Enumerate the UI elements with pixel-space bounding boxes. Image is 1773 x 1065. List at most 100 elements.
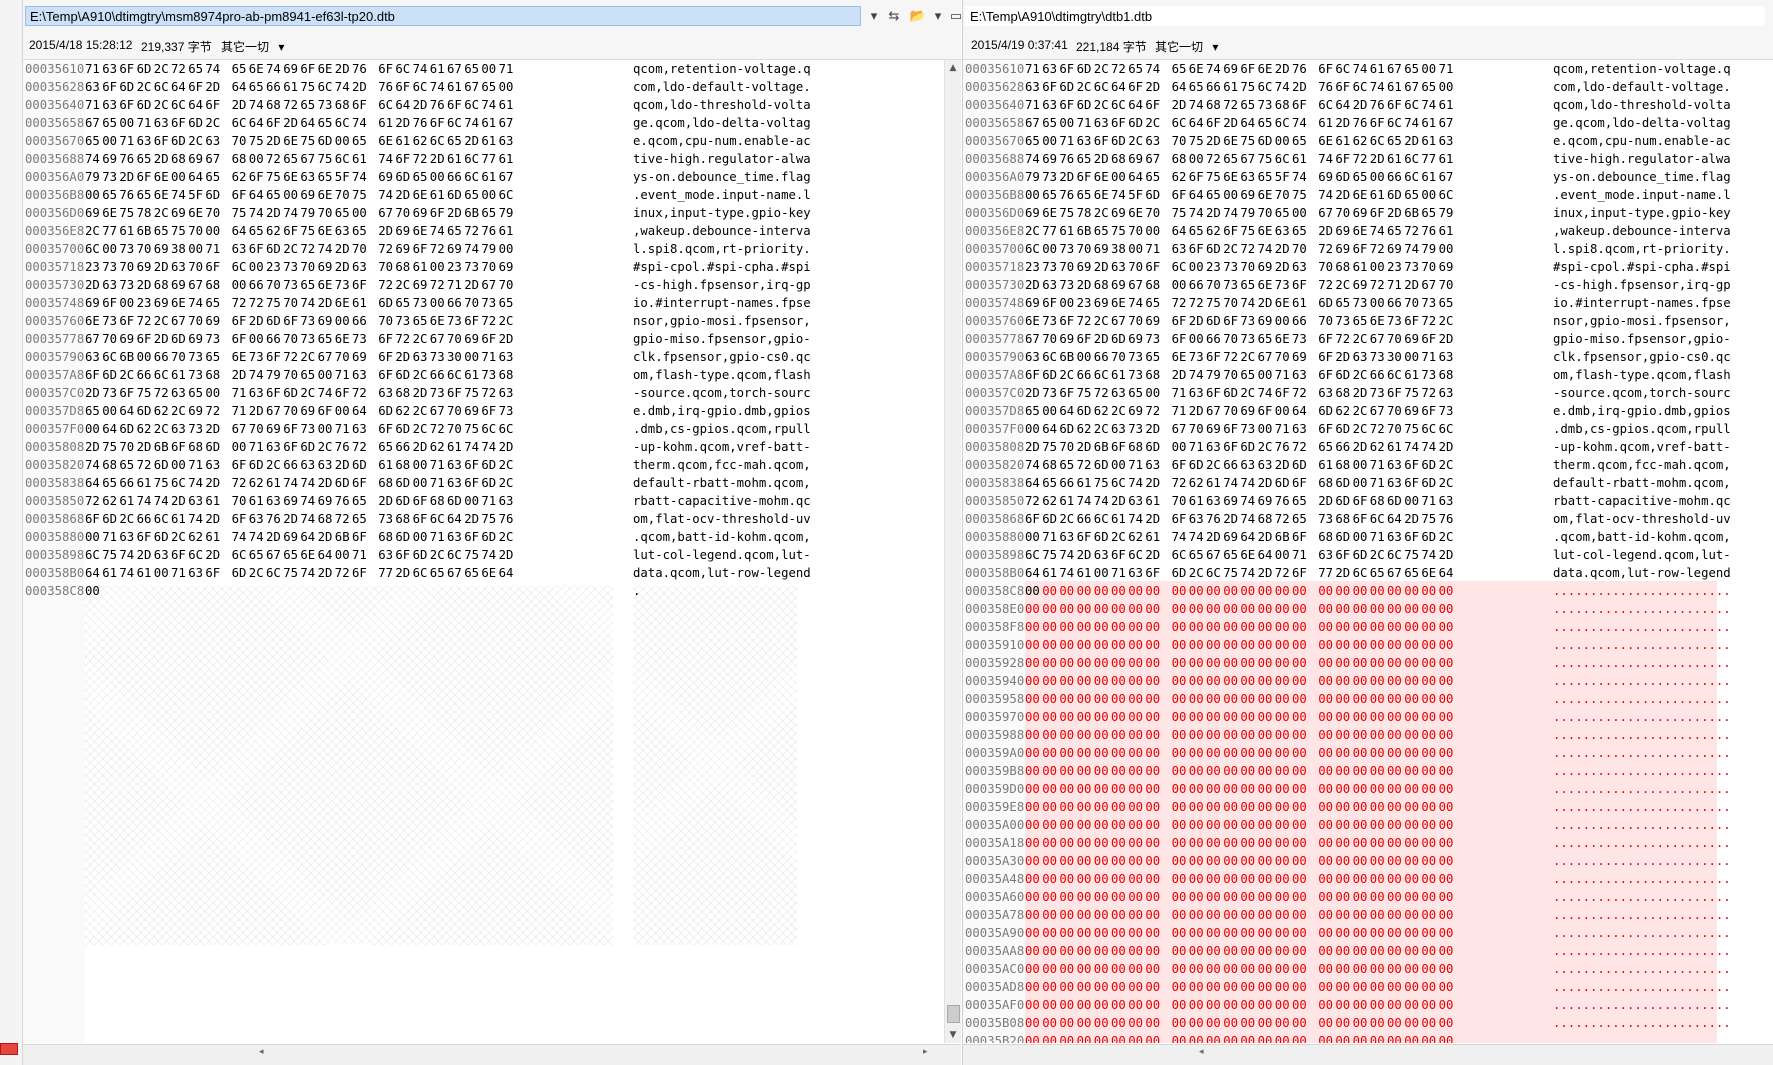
hex-row[interactable]: 00035838 64 65 66 61 75 6C 74 2D 72 62 61 74 74 2D 6D 6F… xyxy=(23,474,961,492)
hex-row[interactable]: 00035718 23 73 70 69 2D 63 70 6F 6C 00 23 73 70 69 2D 63… xyxy=(963,258,1773,276)
hex-row[interactable]: 00035628 63 6F 6D 2C 6C 64 6F 2D 64 65 66 61 75 6C 74 2D… xyxy=(23,78,961,96)
hex-row[interactable]: 000356D0 69 6E 75 78 2C 69 6E 70 75 74 2D 74 79 70 65 00… xyxy=(963,204,1773,222)
hex-row[interactable]: 000357A8 6F 6D 2C 66 6C 61 73 68 2D 74 79 70 65 00 71 63… xyxy=(23,366,961,384)
dropdown-arrow-icon[interactable]: ▾ xyxy=(929,8,947,26)
hex-row-diff[interactable]: 00035AA8 00 00 00 00 00 00 00 00 00 00 00 00 00 00 00 00… xyxy=(963,942,1773,960)
hex-row[interactable]: 00035880 00 71 63 6F 6D 2C 62 61 74 74 2D 69 64 2D 6B 6F… xyxy=(23,528,961,546)
scroll-left-arrow-icon[interactable]: ◂ xyxy=(1199,1047,1204,1057)
hex-row-diff[interactable]: 00035AD8 00 00 00 00 00 00 00 00 00 00 00 00 00 00 00 00… xyxy=(963,978,1773,996)
hex-row[interactable]: 000357A8 6F 6D 2C 66 6C 61 73 68 2D 74 79 70 65 00 71 63… xyxy=(963,366,1773,384)
right-hex-view[interactable]: 00035610 71 63 6F 6D 2C 72 65 74 65 6E 74 69 6F 6E 2D 76… xyxy=(963,60,1773,1043)
scroll-down-arrow-icon[interactable]: ▼ xyxy=(945,1027,961,1043)
hex-row[interactable]: 000356B8 00 65 76 65 6E 74 5F 6D 6F 64 65 00 69 6E 70 75… xyxy=(23,186,961,204)
hex-row[interactable]: 000357C0 2D 73 6F 75 72 63 65 00 71 63 6F 6D 2C 74 6F 72… xyxy=(963,384,1773,402)
hex-row-diff[interactable]: 000359B8 00 00 00 00 00 00 00 00 00 00 00 00 00 00 00 00… xyxy=(963,762,1773,780)
hex-row[interactable]: 000357C0 2D 73 6F 75 72 63 65 00 71 63 6F 6D 2C 74 6F 72… xyxy=(23,384,961,402)
scroll-thumb[interactable] xyxy=(947,1005,960,1023)
left-horizontal-scrollbar[interactable]: ◂ ▸ xyxy=(23,1044,961,1065)
diff-location-marker[interactable] xyxy=(0,1043,18,1055)
hex-row-diff[interactable]: 00035970 00 00 00 00 00 00 00 00 00 00 00 00 00 00 00 00… xyxy=(963,708,1773,726)
hex-row[interactable]: 00035730 2D 63 73 2D 68 69 67 68 00 66 70 73 65 6E 73 6F… xyxy=(963,276,1773,294)
hex-row[interactable]: 000356E8 2C 77 61 6B 65 75 70 00 64 65 62 6F 75 6E 63 65… xyxy=(23,222,961,240)
hex-row[interactable]: 00035748 69 6F 00 23 69 6E 74 65 72 72 75 70 74 2D 6E 61… xyxy=(23,294,961,312)
hex-row[interactable]: 00035760 6E 73 6F 72 2C 67 70 69 6F 2D 6D 6F 73 69 00 66… xyxy=(963,312,1773,330)
hex-row-diff[interactable]: 00035910 00 00 00 00 00 00 00 00 00 00 00 00 00 00 00 00… xyxy=(963,636,1773,654)
hex-row[interactable]: 00035640 71 63 6F 6D 2C 6C 64 6F 2D 74 68 72 65 73 68 6F… xyxy=(963,96,1773,114)
hex-row[interactable]: 00035898 6C 75 74 2D 63 6F 6C 2D 6C 65 67 65 6E 64 00 71… xyxy=(23,546,961,564)
hex-row-diff[interactable]: 00035A78 00 00 00 00 00 00 00 00 00 00 00 00 00 00 00 00… xyxy=(963,906,1773,924)
hex-row-diff[interactable]: 000358F8 00 00 00 00 00 00 00 00 00 00 00 00 00 00 00 00… xyxy=(963,618,1773,636)
hex-row[interactable]: 00035658 67 65 00 71 63 6F 6D 2C 6C 64 6F 2D 64 65 6C 74… xyxy=(963,114,1773,132)
hex-row[interactable]: 00035850 72 62 61 74 74 2D 63 61 70 61 63 69 74 69 76 65… xyxy=(23,492,961,510)
hex-row[interactable]: 00035820 74 68 65 72 6D 00 71 63 6F 6D 2C 66 63 63 2D 6D… xyxy=(23,456,961,474)
hex-row-diff[interactable]: 00035A48 00 00 00 00 00 00 00 00 00 00 00 00 00 00 00 00… xyxy=(963,870,1773,888)
hex-row[interactable]: 00035868 6F 6D 2C 66 6C 61 74 2D 6F 63 76 2D 74 68 72 65… xyxy=(23,510,961,528)
hex-row-diff[interactable]: 00035958 00 00 00 00 00 00 00 00 00 00 00 00 00 00 00 00… xyxy=(963,690,1773,708)
hex-row[interactable]: 000357D8 65 00 64 6D 62 2C 69 72 71 2D 67 70 69 6F 00 64… xyxy=(23,402,961,420)
hex-row[interactable]: 000356A0 79 73 2D 6F 6E 00 64 65 62 6F 75 6E 63 65 5F 74… xyxy=(23,168,961,186)
hex-row-diff[interactable]: 00035AC0 00 00 00 00 00 00 00 00 00 00 00 00 00 00 00 00… xyxy=(963,960,1773,978)
hex-row[interactable]: 000356E8 2C 77 61 6B 65 75 70 00 64 65 62 6F 75 6E 63 65… xyxy=(963,222,1773,240)
hex-row[interactable]: 00035748 69 6F 00 23 69 6E 74 65 72 72 75 70 74 2D 6E 61… xyxy=(963,294,1773,312)
hex-row[interactable]: 00035838 64 65 66 61 75 6C 74 2D 72 62 61 74 74 2D 6D 6F… xyxy=(963,474,1773,492)
hex-row[interactable]: 00035850 72 62 61 74 74 2D 63 61 70 61 63 69 74 69 76 65… xyxy=(963,492,1773,510)
hex-row-diff[interactable]: 000359A0 00 00 00 00 00 00 00 00 00 00 00 00 00 00 00 00… xyxy=(963,744,1773,762)
hex-row-diff[interactable]: 00035A90 00 00 00 00 00 00 00 00 00 00 00 00 00 00 00 00… xyxy=(963,924,1773,942)
hex-row[interactable]: 00035610 71 63 6F 6D 2C 72 65 74 65 6E 74 69 6F 6E 2D 76… xyxy=(963,60,1773,78)
hex-row[interactable]: 00035628 63 6F 6D 2C 6C 64 6F 2D 64 65 66 61 75 6C 74 2D… xyxy=(963,78,1773,96)
hex-row[interactable]: 00035670 65 00 71 63 6F 6D 2C 63 70 75 2D 6E 75 6D 00 65… xyxy=(963,132,1773,150)
hex-row-diff[interactable]: 000359D0 00 00 00 00 00 00 00 00 00 00 00 00 00 00 00 00… xyxy=(963,780,1773,798)
hex-row[interactable]: 00035688 74 69 76 65 2D 68 69 67 68 00 72 65 67 75 6C 61… xyxy=(963,150,1773,168)
hex-row[interactable]: 00035820 74 68 65 72 6D 00 71 63 6F 6D 2C 66 63 63 2D 6D… xyxy=(963,456,1773,474)
hex-row[interactable]: 000358B0 64 61 74 61 00 71 63 6F 6D 2C 6C 75 74 2D 72 6F… xyxy=(963,564,1773,582)
hex-row[interactable]: 00035718 23 73 70 69 2D 63 70 6F 6C 00 23 73 70 69 2D 63… xyxy=(23,258,961,276)
hex-row[interactable]: 00035868 6F 6D 2C 66 6C 61 74 2D 6F 63 76 2D 74 68 72 65… xyxy=(963,510,1773,528)
scroll-left-arrow-icon[interactable]: ◂ xyxy=(259,1047,264,1057)
hex-row-diff[interactable]: 00035A30 00 00 00 00 00 00 00 00 00 00 00 00 00 00 00 00… xyxy=(963,852,1773,870)
hex-row-diff[interactable]: 00035A18 00 00 00 00 00 00 00 00 00 00 00 00 00 00 00 00… xyxy=(963,834,1773,852)
hex-row-diff[interactable]: 000359E8 00 00 00 00 00 00 00 00 00 00 00 00 00 00 00 00… xyxy=(963,798,1773,816)
right-horizontal-scrollbar[interactable]: ◂ xyxy=(963,1044,1773,1065)
hex-row[interactable]: 00035670 65 00 71 63 6F 6D 2C 63 70 75 2D 6E 75 6D 00 65… xyxy=(23,132,961,150)
hex-row[interactable]: 000357F0 00 64 6D 62 2C 63 73 2D 67 70 69 6F 73 00 71 63… xyxy=(963,420,1773,438)
hex-row[interactable]: 00035898 6C 75 74 2D 63 6F 6C 2D 6C 65 67 65 6E 64 00 71… xyxy=(963,546,1773,564)
hex-row[interactable]: 00035700 6C 00 73 70 69 38 00 71 63 6F 6D 2C 72 74 2D 70… xyxy=(23,240,961,258)
hex-row[interactable]: 00035790 63 6C 6B 00 66 70 73 65 6E 73 6F 72 2C 67 70 69… xyxy=(963,348,1773,366)
hex-row[interactable]: 000356D0 69 6E 75 78 2C 69 6E 70 75 74 2D 74 79 70 65 00… xyxy=(23,204,961,222)
left-vertical-scrollbar[interactable]: ▲ ▼ xyxy=(944,60,961,1043)
hex-row[interactable]: 00035790 63 6C 6B 00 66 70 73 65 6E 73 6F 72 2C 67 70 69… xyxy=(23,348,961,366)
hex-row[interactable]: 00035658 67 65 00 71 63 6F 6D 2C 6C 64 6F 2D 64 65 6C 74… xyxy=(23,114,961,132)
hex-row-diff[interactable]: 00035988 00 00 00 00 00 00 00 00 00 00 00 00 00 00 00 00… xyxy=(963,726,1773,744)
hex-row[interactable]: 00035778 67 70 69 6F 2D 6D 69 73 6F 00 66 70 73 65 6E 73… xyxy=(963,330,1773,348)
dropdown-arrow-icon[interactable]: ▾ xyxy=(865,8,883,26)
hex-row-diff[interactable]: 000358E0 00 00 00 00 00 00 00 00 00 00 00 00 00 00 00 00… xyxy=(963,600,1773,618)
hex-row-diff[interactable]: 00035B20 00 00 00 00 00 00 00 00 00 00 00 00 00 00 00 00… xyxy=(963,1032,1773,1043)
hex-row[interactable]: 000357D8 65 00 64 6D 62 2C 69 72 71 2D 67 70 69 6F 00 64… xyxy=(963,402,1773,420)
hex-row[interactable]: 000356A0 79 73 2D 6F 6E 00 64 65 62 6F 75 6E 63 65 5F 74… xyxy=(963,168,1773,186)
hex-row[interactable]: 00035880 00 71 63 6F 6D 2C 62 61 74 74 2D 69 64 2D 6B 6F… xyxy=(963,528,1773,546)
hex-row-diff[interactable]: 00035940 00 00 00 00 00 00 00 00 00 00 00 00 00 00 00 00… xyxy=(963,672,1773,690)
hex-row[interactable]: 00035760 6E 73 6F 72 2C 67 70 69 6F 2D 6D 6F 73 69 00 66… xyxy=(23,312,961,330)
hex-row[interactable]: 00035610 71 63 6F 6D 2C 72 65 74 65 6E 74 69 6F 6E 2D 76… xyxy=(23,60,961,78)
hex-row-diff[interactable]: 00035B08 00 00 00 00 00 00 00 00 00 00 00 00 00 00 00 00… xyxy=(963,1014,1773,1032)
scroll-up-arrow-icon[interactable]: ▲ xyxy=(945,60,961,76)
hex-row-diff[interactable]: 00035AF0 00 00 00 00 00 00 00 00 00 00 00 00 00 00 00 00… xyxy=(963,996,1773,1014)
swap-icon[interactable]: ⇆ xyxy=(885,8,903,26)
filter-dropdown[interactable]: 其它一切 ▾ xyxy=(221,38,284,55)
hex-row[interactable]: 00035700 6C 00 73 70 69 38 00 71 63 6F 6D 2C 72 74 2D 70… xyxy=(963,240,1773,258)
hex-row[interactable]: 00035808 2D 75 70 2D 6B 6F 68 6D 00 71 63 6F 6D 2C 76 72… xyxy=(963,438,1773,456)
hex-row[interactable]: 00035778 67 70 69 6F 2D 6D 69 73 6F 00 66 70 73 65 6E 73… xyxy=(23,330,961,348)
hex-row-diff[interactable]: 00035A60 00 00 00 00 00 00 00 00 00 00 00 00 00 00 00 00… xyxy=(963,888,1773,906)
folder-open-icon[interactable]: 📂 xyxy=(909,8,927,26)
hex-row[interactable]: 000356B8 00 65 76 65 6E 74 5F 6D 6F 64 65 00 69 6E 70 75… xyxy=(963,186,1773,204)
scroll-right-arrow-icon[interactable]: ▸ xyxy=(923,1047,928,1057)
filter-dropdown[interactable]: 其它一切 ▾ xyxy=(1155,38,1218,55)
right-file-path-input[interactable]: E:\Temp\A910\dtimgtry\dtb1.dtb xyxy=(965,6,1765,26)
hex-row[interactable]: 00035730 2D 63 73 2D 68 69 67 68 00 66 70 73 65 6E 73 6F… xyxy=(23,276,961,294)
hex-row[interactable]: 00035688 74 69 76 65 2D 68 69 67 68 00 72 65 67 75 6C 61… xyxy=(23,150,961,168)
hex-row[interactable]: 00035808 2D 75 70 2D 6B 6F 68 6D 00 71 63 6F 6D 2C 76 72… xyxy=(23,438,961,456)
hex-row[interactable]: 00035640 71 63 6F 6D 2C 6C 64 6F 2D 74 68 72 65 73 68 6F… xyxy=(23,96,961,114)
left-file-path-input[interactable]: E:\Temp\A910\dtimgtry\msm8974pro-ab-pm89… xyxy=(25,6,861,26)
hex-row[interactable]: 000357F0 00 64 6D 62 2C 63 73 2D 67 70 69 6F 73 00 71 63… xyxy=(23,420,961,438)
hex-row-diff[interactable]: 00035A00 00 00 00 00 00 00 00 00 00 00 00 00 00 00 00 00… xyxy=(963,816,1773,834)
